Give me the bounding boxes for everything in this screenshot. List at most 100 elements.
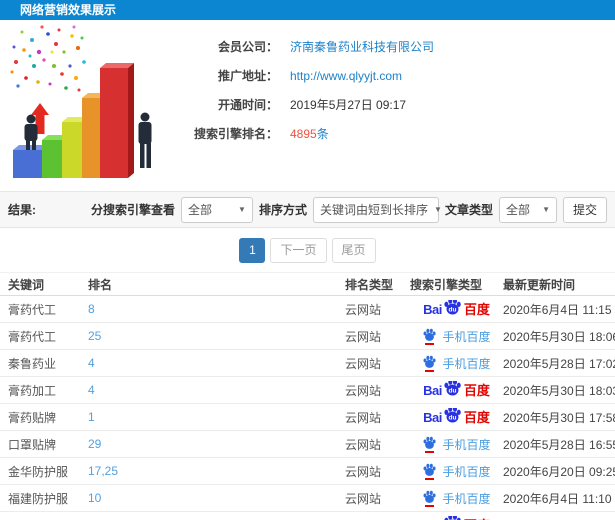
result-label: 结果: (8, 203, 36, 217)
rank-link[interactable]: 29 (88, 437, 101, 451)
keyword-cell: 秦鲁药业 (8, 356, 57, 371)
rank-type-cell: 云网站 (345, 383, 382, 398)
rank-count-value: 4895条 (290, 125, 329, 142)
sort-filter-label: 排序方式 (258, 203, 307, 217)
promo-url-label: 推广地址： (217, 69, 278, 83)
engine-cell: Bai du 百度 (410, 328, 503, 345)
keyword-cell: 口罩贴牌 (8, 437, 57, 452)
engine-cell: Bai du 百度 (410, 490, 503, 507)
open-time-label: 开通时间： (217, 98, 278, 112)
table-row: 膏药代工 25 云网站 Bai du 百度 (0, 323, 615, 350)
mobile-baidu-label: 手机百度 (442, 329, 491, 344)
last-page-button[interactable]: 尾页 (331, 238, 376, 263)
table-row: 膏药贴牌 1 云网站 Bai du 百度 2020年5月30日 17:58 (0, 404, 615, 431)
baidu-logo-bai-text: Bai (423, 409, 442, 425)
mobile-baidu-paw-icon (422, 355, 437, 372)
filter-bar: 结果: 分搜索引擎查看 全部 ▼ 排序方式 关键词由短到长排序 ▼ 文章类型 全… (0, 191, 615, 228)
engine-cell: Bai du 百度 (410, 515, 503, 520)
baidu-logo: Bai du 百度 (423, 515, 490, 520)
info-row-company: 会员公司： 济南秦鲁药业科技有限公司 (178, 32, 615, 61)
baidu-logo: Bai du 百度 (423, 299, 490, 319)
mobile-baidu-label: 手机百度 (442, 491, 491, 506)
chevron-down-icon: ▼ (542, 205, 550, 214)
rank-link[interactable]: 1 (88, 410, 95, 424)
engine-cell: Bai du 百度 (410, 436, 503, 453)
mobile-baidu-label: 手机百度 (442, 464, 491, 479)
select-sort-order[interactable]: 关键词由短到长排序 ▼ (312, 196, 442, 223)
mobile-baidu-label: 手机百度 (442, 437, 491, 452)
table-row: Bai du 百度 (0, 512, 615, 520)
confetti-dots (10, 25, 86, 92)
baidu-paw-icon: du (444, 380, 461, 395)
table-row: 秦鲁药业 4 云网站 Bai du 百度 (0, 350, 615, 377)
select-article-type-value: 全部 (505, 203, 530, 217)
baidu-paw-icon: du (444, 299, 461, 314)
rank-link[interactable]: 10 (88, 491, 101, 505)
select-search-engine[interactable]: 全部 ▼ (180, 196, 253, 223)
rank-link[interactable]: 17,25 (88, 464, 118, 478)
growth-chart-illustration (10, 25, 152, 178)
keyword-cell: 膏药代工 (8, 302, 57, 317)
mobile-baidu-logo: 手机百度 (422, 490, 491, 507)
mobile-baidu-logo: 手机百度 (422, 328, 491, 345)
mobile-baidu-label: 手机百度 (442, 356, 491, 371)
submit-button[interactable]: 提交 (562, 196, 607, 223)
info-row-open-time: 开通时间： 2019年5月27日 09:17 (178, 90, 615, 119)
info-row-url: 推广地址： http://www.qlyyjt.com (178, 61, 615, 90)
header-update-time: 最新更新时间 (503, 277, 576, 292)
baidu-logo: Bai du 百度 (423, 407, 490, 427)
update-time-cell: 2020年5月30日 17:58 (503, 410, 615, 425)
header-engine-type: 搜索引擎类型 (410, 277, 483, 292)
engine-cell: Bai du 百度 (410, 299, 503, 319)
company-info-list: 会员公司： 济南秦鲁药业科技有限公司 推广地址： http://www.qlyy… (178, 20, 615, 148)
businessman-right (138, 112, 152, 168)
engine-cell: Bai du 百度 (410, 380, 503, 400)
company-label: 会员公司： (217, 40, 278, 54)
page-button-current[interactable]: 1 (239, 238, 266, 263)
select-article-type[interactable]: 全部 ▼ (498, 196, 557, 223)
baidu-logo-cn-text: 百度 (463, 301, 490, 317)
header-rank: 排名 (88, 277, 113, 292)
rank-link[interactable]: 4 (88, 383, 95, 397)
table-row: 膏药加工 4 云网站 Bai du 百度 2020年5月30日 18:03 (0, 377, 615, 404)
mobile-baidu-paw-icon (422, 490, 437, 507)
update-time-cell: 2020年5月28日 16:55 (503, 437, 615, 452)
bar-red (100, 63, 134, 178)
mobile-baidu-paw-icon (422, 436, 437, 453)
update-time-cell: 2020年5月30日 18:06 (503, 329, 615, 344)
info-row-rank-count: 搜索引擎排名： 4895条 (178, 119, 615, 148)
engine-cell: Bai du 百度 (410, 407, 503, 427)
results-table: 关键词 排名 排名类型 搜索引擎类型 最新更新时间 膏药代工 8 云网站 Bai… (0, 272, 615, 520)
rank-type-cell: 云网站 (345, 302, 382, 317)
open-time-value: 2019年5月27日 09:17 (290, 98, 407, 112)
rank-type-cell: 云网站 (345, 464, 382, 479)
table-row: 金华防护服 17,25 云网站 Bai du 百度 (0, 458, 615, 485)
rank-link[interactable]: 4 (88, 356, 95, 370)
filter-controls: 分搜索引擎查看 全部 ▼ 排序方式 关键词由短到长排序 ▼ 文章类型 全部 ▼ … (90, 196, 607, 223)
promo-url-link[interactable]: http://www.qlyyjt.com (290, 69, 402, 83)
rank-link[interactable]: 25 (88, 329, 101, 343)
engine-filter-label: 分搜索引擎查看 (90, 203, 175, 217)
page-title: 网络营销效果展示 (20, 3, 117, 17)
rank-type-cell: 云网站 (345, 491, 382, 506)
engine-cell: Bai du 百度 (410, 463, 503, 480)
rank-link[interactable]: 8 (88, 302, 95, 316)
next-page-button[interactable]: 下一页 (270, 238, 327, 263)
rank-count-label: 搜索引擎排名： (193, 127, 278, 141)
company-name-link[interactable]: 济南秦鲁药业科技有限公司 (290, 40, 434, 54)
rank-type-cell: 云网站 (345, 329, 382, 344)
update-time-cell: 2020年5月30日 18:03 (503, 383, 615, 398)
mobile-baidu-paw-icon (422, 328, 437, 345)
keyword-cell: 膏药加工 (8, 383, 57, 398)
keyword-cell: 膏药贴牌 (8, 410, 57, 425)
header-keyword: 关键词 (8, 277, 45, 292)
baidu-logo-bai-text: Bai (423, 301, 442, 317)
baidu-logo-cn-text: 百度 (463, 382, 490, 398)
update-time-cell: 2020年5月28日 17:02 (503, 356, 615, 371)
chevron-down-icon: ▼ (433, 205, 442, 214)
mobile-baidu-logo: 手机百度 (422, 436, 491, 453)
info-section: 会员公司： 济南秦鲁药业科技有限公司 推广地址： http://www.qlyy… (0, 20, 615, 191)
baidu-paw-du-text: du (448, 306, 456, 313)
select-search-engine-value: 全部 (187, 203, 212, 217)
table-body: 膏药代工 8 云网站 Bai du 百度 2020年6月4日 11:15 膏药代… (0, 296, 615, 520)
